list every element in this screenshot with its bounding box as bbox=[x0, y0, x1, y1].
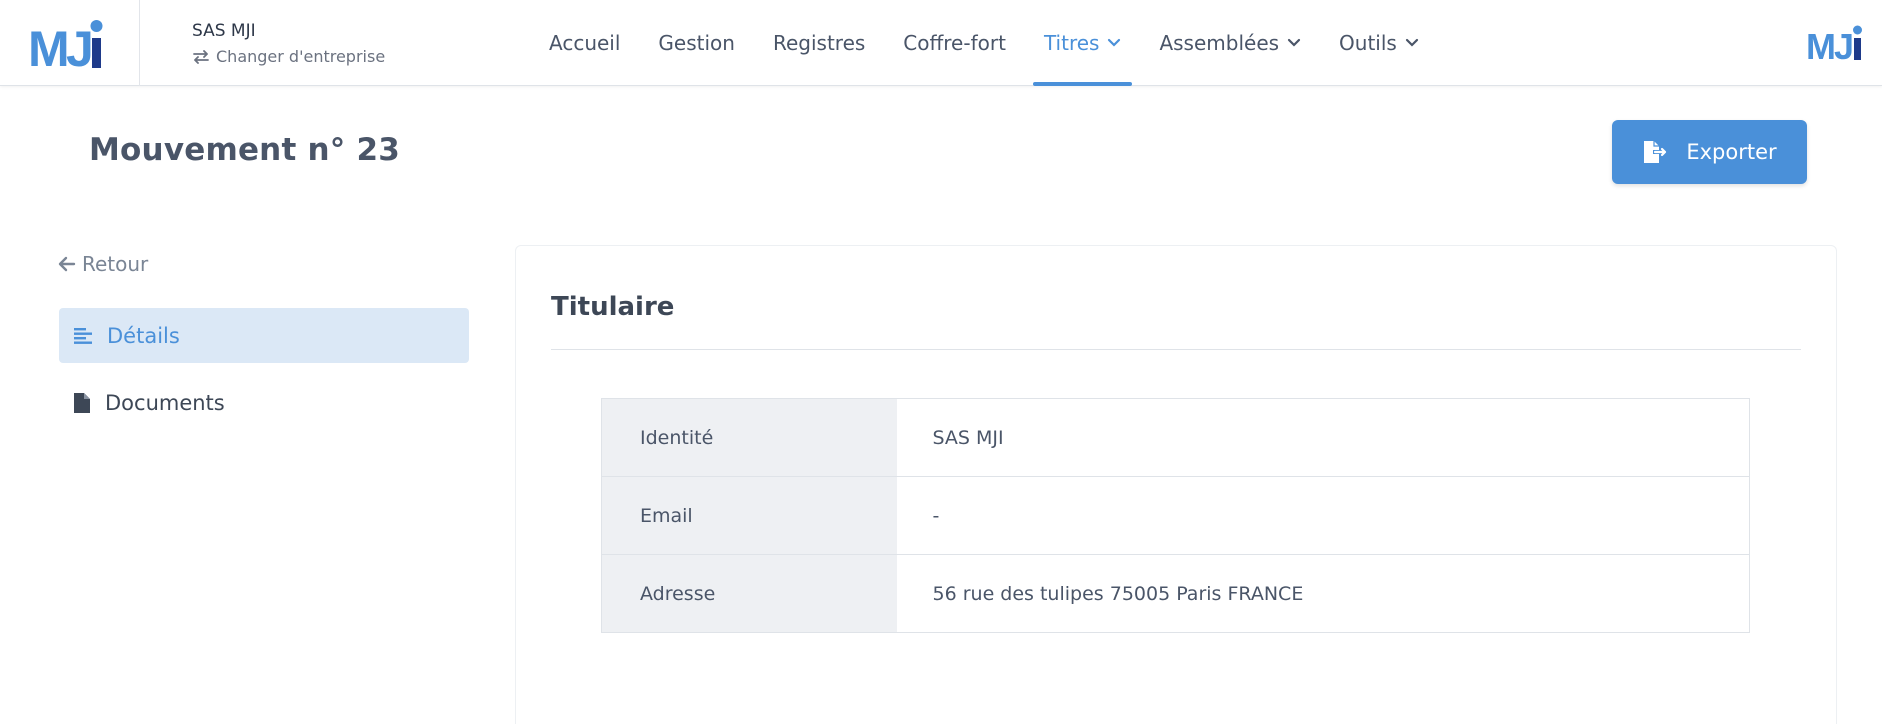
svg-text:M: M bbox=[1806, 26, 1834, 62]
table-row: Identité SAS MJI bbox=[601, 398, 1750, 477]
top-navbar: M J SAS MJI Changer d'entreprise Accueil… bbox=[0, 0, 1882, 86]
row-value-identity: SAS MJI bbox=[932, 426, 1004, 449]
nav-accueil[interactable]: Accueil bbox=[530, 0, 639, 86]
page-title-prefix: Mouvement n° bbox=[89, 132, 346, 168]
movement-number: 23 bbox=[356, 132, 400, 168]
sidebar-item-label: Détails bbox=[107, 323, 180, 348]
sidebar-item-documents[interactable]: Documents bbox=[59, 375, 469, 430]
nav-registres[interactable]: Registres bbox=[754, 0, 884, 86]
sidebar-item-details[interactable]: Détails bbox=[59, 308, 469, 363]
card-divider bbox=[551, 349, 1801, 350]
row-value-address: 56 rue des tulipes 75005 Paris FRANCE bbox=[896, 554, 1750, 633]
export-button[interactable]: Exporter bbox=[1612, 120, 1807, 184]
row-label-address: Adresse bbox=[601, 554, 897, 633]
sidebar-item-label: Documents bbox=[105, 390, 225, 415]
change-company-link[interactable]: Changer d'entreprise bbox=[192, 46, 385, 68]
main-nav: Accueil Gestion Registres Coffre-fort Ti… bbox=[530, 0, 1438, 86]
arrow-left-icon bbox=[58, 256, 76, 272]
nav-label: Accueil bbox=[549, 31, 621, 55]
nav-label: Gestion bbox=[658, 31, 735, 55]
chevron-down-icon bbox=[1107, 38, 1121, 48]
file-export-icon bbox=[1644, 141, 1667, 163]
holder-info-table: Identité SAS MJI Email - Adresse 56 rue … bbox=[601, 398, 1750, 633]
nav-label: Titres bbox=[1043, 31, 1100, 55]
nav-label: Assemblées bbox=[1159, 31, 1280, 55]
table-row: Email - bbox=[601, 476, 1750, 555]
nav-gestion[interactable]: Gestion bbox=[639, 0, 754, 86]
row-label-email: Email bbox=[601, 476, 897, 555]
company-switcher: SAS MJI Changer d'entreprise bbox=[192, 20, 385, 68]
page-title: Mouvement n° 23 bbox=[89, 132, 400, 168]
nav-assemblees[interactable]: Assemblées bbox=[1140, 0, 1320, 86]
mji-logo[interactable]: M J bbox=[28, 18, 110, 70]
back-label: Retour bbox=[82, 252, 149, 276]
change-company-label: Changer d'entreprise bbox=[216, 47, 386, 66]
chevron-down-icon bbox=[1405, 38, 1419, 48]
company-name: SAS MJI bbox=[192, 21, 256, 41]
back-link[interactable]: Retour bbox=[58, 252, 148, 276]
export-label: Exporter bbox=[1686, 140, 1777, 164]
swap-arrows-icon bbox=[193, 50, 209, 64]
nav-label: Registres bbox=[772, 31, 866, 55]
row-label-identity: Identité bbox=[601, 398, 897, 477]
header-divider bbox=[139, 0, 140, 86]
chevron-down-icon bbox=[1287, 38, 1301, 48]
align-left-icon bbox=[74, 327, 92, 344]
nav-coffre-fort[interactable]: Coffre-fort bbox=[884, 0, 1025, 86]
svg-text:M: M bbox=[28, 21, 67, 70]
nav-titres[interactable]: Titres bbox=[1025, 0, 1141, 86]
nav-label: Coffre-fort bbox=[903, 31, 1006, 55]
file-icon bbox=[74, 392, 90, 413]
svg-text:J: J bbox=[1834, 26, 1854, 62]
nav-outils[interactable]: Outils bbox=[1320, 0, 1438, 86]
mji-logo-small[interactable]: M J bbox=[1806, 24, 1866, 62]
table-row: Adresse 56 rue des tulipes 75005 Paris F… bbox=[601, 554, 1750, 633]
nav-label: Outils bbox=[1339, 31, 1397, 55]
row-value-email: - bbox=[896, 476, 1750, 555]
svg-text:J: J bbox=[66, 21, 94, 70]
card-title: Titulaire bbox=[551, 292, 675, 322]
